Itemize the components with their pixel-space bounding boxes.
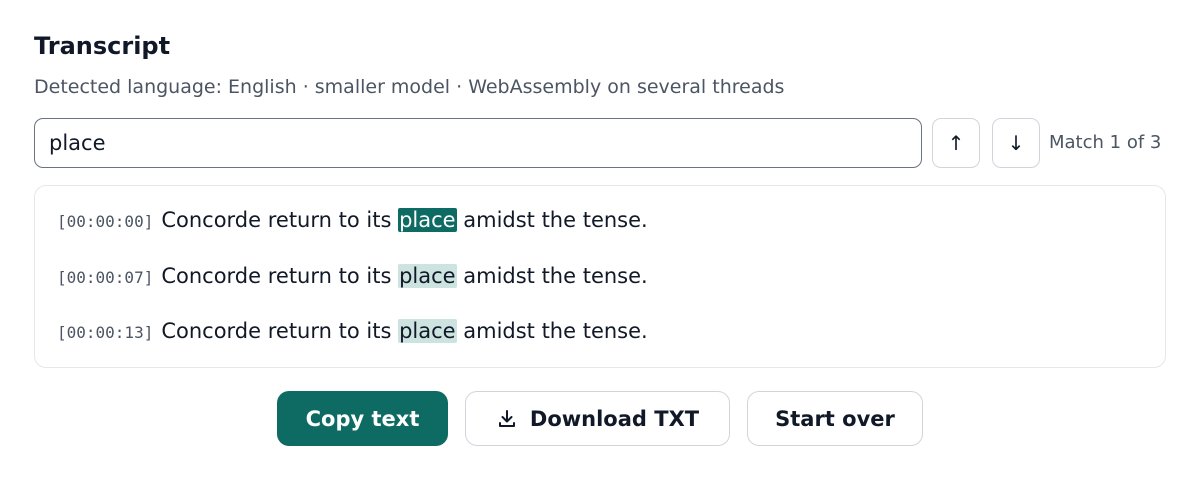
copy-text-button[interactable]: Copy text [277,391,448,446]
match-highlight: place [398,319,457,343]
segment-text-after: amidst the tense. [456,208,648,232]
transcript-segment: [00:00:00] Concorde return to its place a… [57,205,648,235]
segment-text-before: Concorde return to its [161,319,399,343]
transcript-panel: [00:00:00] Concorde return to its place a… [34,185,1166,368]
transcript-segment: [00:00:07] Concorde return to its place a… [57,261,648,291]
segment-text-before: Concorde return to its [161,264,399,288]
previous-match-button[interactable]: ↑ [932,118,980,168]
search-input[interactable] [34,118,922,168]
match-highlight: place [398,264,457,288]
page-title: Transcript [34,32,171,60]
segment-timestamp: [00:00:00] [57,212,154,231]
arrow-down-icon: ↓ [1007,131,1025,155]
transcript-segment: [00:00:13] Concorde return to its place a… [57,316,648,346]
model-info: Detected language: English · smaller mod… [34,76,785,98]
start-over-button[interactable]: Start over [747,391,923,446]
next-match-button[interactable]: ↓ [992,118,1040,168]
copy-text-label: Copy text [305,406,420,431]
download-txt-label: Download TXT [529,406,700,431]
download-txt-button[interactable]: Download TXT [465,391,730,446]
active-match-highlight: place [398,208,457,232]
match-counter: Match 1 of 3 [1049,132,1162,153]
arrow-up-icon: ↑ [947,131,965,155]
start-over-label: Start over [775,406,895,431]
segment-text-before: Concorde return to its [161,208,399,232]
segment-text-after: amidst the tense. [456,319,648,343]
segment-timestamp: [00:00:07] [57,268,154,287]
segment-text-after: amidst the tense. [456,264,648,288]
segment-timestamp: [00:00:13] [57,323,154,342]
download-icon [496,408,518,430]
